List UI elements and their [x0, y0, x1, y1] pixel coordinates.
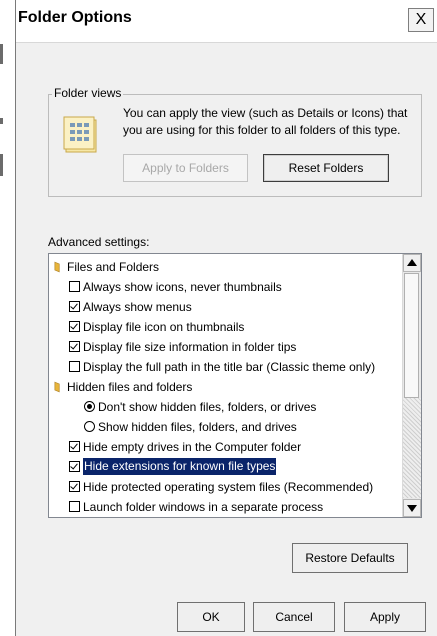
advanced-setting-row[interactable]: Display file size information in folder …	[49, 337, 403, 357]
checkbox[interactable]	[69, 461, 80, 472]
advanced-setting-row[interactable]: Always show icons, never thumbnails	[49, 277, 403, 297]
checkbox[interactable]	[69, 281, 80, 292]
edge-mark	[0, 154, 3, 176]
advanced-setting-label: Show hidden files, folders, and drives	[98, 420, 297, 434]
folder-options-dialog: Folder Options X Folder views You can ap…	[15, 0, 437, 636]
advanced-setting-row[interactable]: Hide protected operating system files (R…	[49, 477, 403, 497]
advanced-settings-label: Advanced settings:	[48, 235, 150, 249]
advanced-setting-label: Files and Folders	[67, 260, 160, 274]
cancel-button[interactable]: Cancel	[253, 602, 335, 632]
scroll-track[interactable]	[403, 398, 421, 498]
advanced-setting-label: Don't show hidden files, folders, or dri…	[98, 400, 317, 414]
advanced-setting-row[interactable]: Hidden files and folders	[49, 377, 403, 397]
title-bar: Folder Options X	[16, 0, 437, 43]
radio-button[interactable]	[84, 401, 95, 412]
apply-button[interactable]: Apply	[344, 602, 426, 632]
edge-mark	[0, 44, 3, 64]
scroll-down-arrow-icon	[407, 505, 417, 512]
apply-to-folders-button[interactable]: Apply to Folders	[123, 154, 248, 182]
folder-icon	[54, 261, 60, 273]
checkbox[interactable]	[69, 441, 80, 452]
vertical-scrollbar[interactable]	[402, 254, 421, 517]
folder-views-legend: Folder views	[52, 86, 124, 100]
reset-folders-button[interactable]: Reset Folders	[263, 154, 389, 182]
advanced-settings-list[interactable]: Files and Folders Always show icons, neve…	[48, 253, 422, 518]
edge-mark	[0, 118, 3, 124]
advanced-setting-label: Display file icon on thumbnails	[83, 320, 245, 334]
restore-defaults-button[interactable]: Restore Defaults	[292, 543, 408, 573]
advanced-setting-row[interactable]: Display the full path in the title bar (…	[49, 357, 403, 377]
advanced-setting-label: Hide empty drives in the Computer folder	[83, 440, 302, 454]
advanced-setting-row[interactable]: Display file icon on thumbnails	[49, 317, 403, 337]
advanced-setting-label: Display file size information in folder …	[83, 340, 297, 354]
advanced-setting-label: Always show icons, never thumbnails	[83, 280, 282, 294]
checkbox[interactable]	[69, 301, 80, 312]
close-icon: X	[415, 11, 427, 28]
advanced-setting-row[interactable]: Hide extensions for known file types	[49, 457, 403, 477]
checkbox[interactable]	[69, 501, 80, 512]
checkbox[interactable]	[69, 481, 80, 492]
scroll-up-button[interactable]	[403, 254, 421, 272]
scroll-up-arrow-icon	[407, 259, 417, 266]
folder-view-icon	[63, 114, 107, 158]
advanced-setting-row[interactable]: Hide empty drives in the Computer folder	[49, 437, 403, 457]
folder-views-description: You can apply the view (such as Details …	[123, 106, 408, 137]
ok-button[interactable]: OK	[177, 602, 245, 632]
advanced-setting-label: Hide extensions for known file types	[83, 458, 277, 475]
checkbox[interactable]	[69, 321, 80, 332]
advanced-setting-label: Hidden files and folders	[67, 380, 193, 394]
radio-button[interactable]	[84, 421, 95, 432]
advanced-setting-row[interactable]: Don't show hidden files, folders, or dri…	[49, 397, 403, 417]
advanced-setting-label: Launch folder windows in a separate proc…	[83, 500, 324, 514]
scroll-thumb[interactable]	[404, 273, 419, 398]
close-button[interactable]: X	[408, 8, 434, 32]
advanced-setting-row[interactable]: Show hidden files, folders, and drives	[49, 417, 403, 437]
advanced-setting-label: Display the full path in the title bar (…	[83, 360, 376, 374]
dialog-title: Folder Options	[18, 9, 132, 26]
advanced-setting-label: Always show menus	[83, 300, 192, 314]
scroll-down-button[interactable]	[403, 499, 421, 517]
checkbox[interactable]	[69, 361, 80, 372]
advanced-setting-row[interactable]: Launch folder windows in a separate proc…	[49, 497, 403, 517]
advanced-setting-label: Hide protected operating system files (R…	[83, 480, 374, 494]
background-window-edge	[0, 0, 15, 636]
advanced-setting-row[interactable]: Always show menus	[49, 297, 403, 317]
advanced-setting-row[interactable]: Files and Folders	[49, 257, 403, 277]
checkbox[interactable]	[69, 341, 80, 352]
folder-icon	[54, 381, 60, 393]
